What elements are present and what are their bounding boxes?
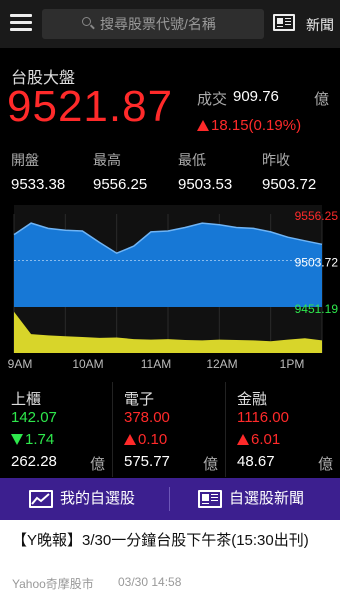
article-time: 03/30 14:58 (118, 575, 182, 589)
stat-label: 開盤 (11, 152, 39, 168)
tab-divider (169, 487, 170, 511)
news-icon (198, 490, 222, 508)
up-arrow-icon (124, 434, 136, 445)
news-icon[interactable] (273, 14, 295, 31)
stat-value: 9556.25 (93, 176, 148, 193)
sector-change-value: 0.10 (138, 431, 168, 448)
bottom-tab-bar: 我的自選股 自選股新聞 (0, 478, 340, 520)
news-article[interactable]: 【Y晚報】3/30一分鐘台股下午茶(15:30出刊) Yahoo奇摩股市 03/… (0, 520, 340, 592)
price-area (14, 223, 322, 307)
article-title[interactable]: 【Y晚報】3/30一分鐘台股下午茶(15:30出刊) (12, 530, 332, 551)
stat-value: 9503.72 (262, 176, 317, 193)
price-axis-label: 9451.19 (295, 302, 339, 316)
time-axis-label: 9AM (8, 357, 33, 371)
search-input[interactable]: 搜尋股票代號/名稱 (42, 9, 264, 39)
up-arrow-icon (237, 434, 249, 445)
index-price: 9521.87 (7, 82, 174, 131)
sector-electronics[interactable]: 電子 378.00 0.10 575.77 億 (113, 382, 226, 477)
price-axis-label: 9556.25 (295, 209, 339, 223)
tab-my-watchlist[interactable]: 我的自選股 (60, 478, 135, 520)
sector-name: 電子 (124, 391, 155, 408)
sector-name: 金融 (237, 391, 268, 408)
down-arrow-icon (11, 434, 23, 445)
sector-volume-unit: 億 (317, 456, 333, 473)
stat-value: 9503.53 (178, 176, 233, 193)
stat-low: 最低 9503.53 (178, 150, 232, 193)
sector-name: 上櫃 (11, 391, 42, 408)
time-axis-label: 11AM (141, 357, 171, 371)
sector-change-value: 1.74 (25, 431, 55, 448)
stat-value: 9533.38 (11, 176, 66, 193)
sector-finance[interactable]: 金融 1116.00 6.01 48.67 億 (226, 382, 340, 477)
stat-high: 最高 9556.25 (93, 150, 147, 193)
tab-watchlist-news[interactable]: 自選股新聞 (229, 478, 304, 520)
up-arrow-icon (197, 120, 209, 131)
sector-otc[interactable]: 上櫃 142.07 1.74 262.28 億 (0, 382, 113, 477)
search-icon (82, 17, 91, 26)
price-axis-label: 9503.72 (295, 256, 339, 270)
volume-label: 成交 (197, 91, 228, 108)
sector-volume: 262.28 (11, 453, 57, 470)
news-link[interactable]: 新聞 (306, 15, 334, 35)
sector-change: 1.74 (11, 431, 54, 448)
time-axis-label: 1PM (280, 357, 305, 371)
sector-volume: 48.67 (237, 453, 275, 470)
sector-price: 1116.00 (237, 409, 289, 426)
sector-volume-unit: 億 (89, 456, 105, 473)
volume-value: 909.76 (233, 88, 279, 105)
chart-icon (29, 490, 53, 508)
sector-change: 0.10 (124, 431, 167, 448)
stat-label: 最高 (93, 152, 121, 168)
stat-label: 最低 (178, 152, 206, 168)
sector-change: 6.01 (237, 431, 280, 448)
article-source: Yahoo奇摩股市 (12, 577, 94, 591)
stat-open: 開盤 9533.38 (11, 150, 65, 193)
sector-change-value: 6.01 (251, 431, 281, 448)
volume-unit: 億 (314, 91, 330, 108)
index-change: 18.15(0.19%) (197, 117, 301, 134)
stat-prev-close: 昨收 9503.72 (262, 150, 316, 193)
intraday-chart-svg: 9556.25 9503.72 9451.19 9AM 10AM 11AM 12AM 1PM (8, 205, 339, 371)
sector-volume-unit: 億 (202, 456, 218, 473)
hamburger-menu-icon[interactable] (10, 14, 32, 32)
stat-label: 昨收 (262, 152, 290, 168)
sector-volume: 575.77 (124, 453, 170, 470)
sector-panel: 上櫃 142.07 1.74 262.28 億 電子 378.00 0.10 5… (0, 382, 340, 477)
search-placeholder: 搜尋股票代號/名稱 (100, 16, 216, 32)
intraday-chart[interactable]: 9556.25 9503.72 9451.19 9AM 10AM 11AM 12AM 1PM (0, 205, 340, 371)
time-axis-label: 12AM (206, 357, 237, 371)
index-change-value: 18.15(0.19%) (211, 117, 302, 134)
sector-price: 142.07 (11, 409, 57, 426)
sector-price: 378.00 (124, 409, 170, 426)
time-axis-label: 10AM (72, 357, 103, 371)
top-bar: 搜尋股票代號/名稱 新聞 (0, 0, 340, 48)
